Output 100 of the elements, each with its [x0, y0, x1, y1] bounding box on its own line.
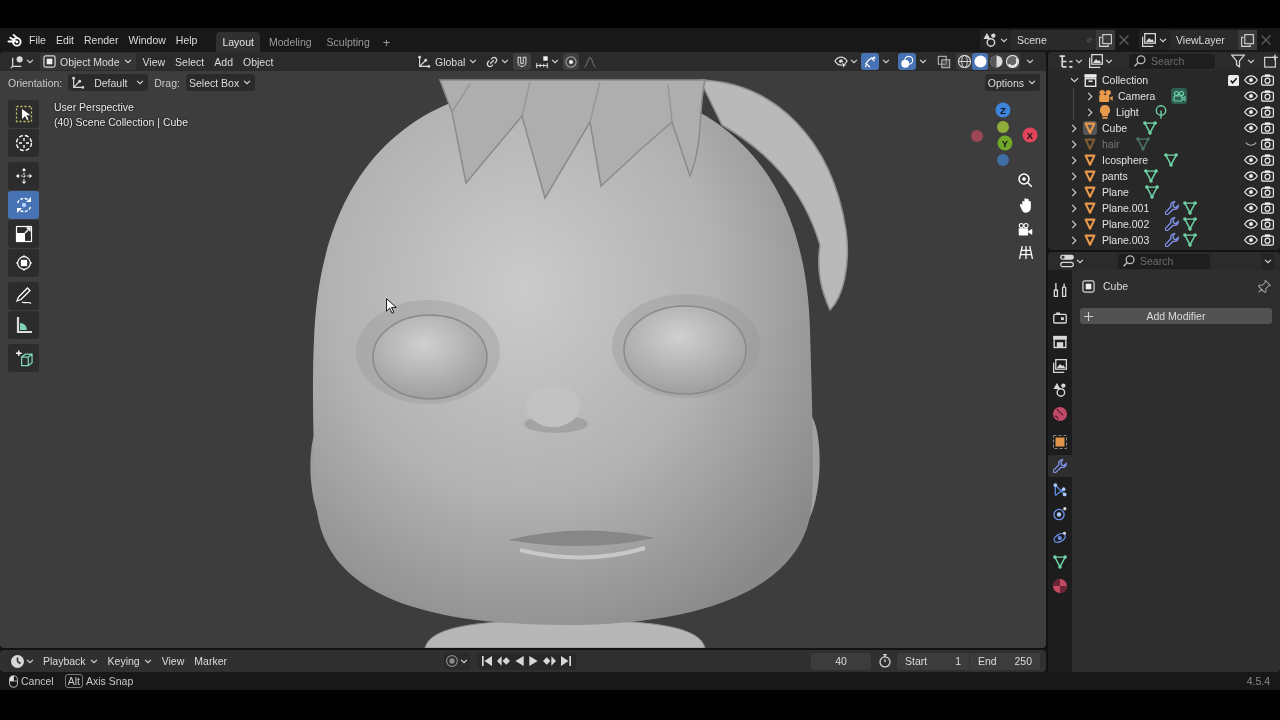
photo-camera-icon[interactable]: [1261, 186, 1274, 198]
outliner-item[interactable]: Plane: [1102, 186, 1129, 198]
workspace-tab[interactable]: Modeling: [262, 32, 318, 52]
photo-camera-icon[interactable]: [1261, 154, 1274, 166]
photo-camera-icon[interactable]: [1261, 218, 1274, 230]
axis-handle[interactable]: [997, 121, 1009, 133]
tool-button[interactable]: [8, 282, 39, 310]
eye-icon[interactable]: [1243, 75, 1258, 85]
menu-item[interactable]: Marker: [189, 651, 232, 671]
inverted-triangle-icon[interactable]: [1083, 169, 1097, 183]
menu-item[interactable]: View: [137, 52, 171, 72]
close-icon[interactable]: [1261, 35, 1271, 45]
menu-item[interactable]: Add: [209, 52, 238, 72]
vertex-triangle-icon[interactable]: [1183, 217, 1198, 231]
proportional-edit-toggle[interactable]: [563, 53, 580, 70]
scene-selector[interactable]: [980, 30, 1011, 50]
outliner-item[interactable]: pants: [1102, 170, 1128, 182]
light-bulb-icon[interactable]: [1099, 105, 1111, 119]
duplicate-button[interactable]: [1238, 30, 1257, 50]
zoom-icon[interactable]: [1018, 173, 1033, 188]
eye-icon[interactable]: [1243, 123, 1258, 133]
tool-button[interactable]: [8, 100, 39, 128]
new-collection-button[interactable]: [1262, 52, 1280, 70]
inverted-triangle-icon[interactable]: [1083, 121, 1097, 135]
eye-icon[interactable]: [1243, 91, 1258, 101]
duplicate-button[interactable]: [1096, 30, 1115, 50]
editor-type-button[interactable]: [1058, 252, 1086, 270]
outliner-item[interactable]: Collection: [1102, 74, 1149, 86]
tool-button[interactable]: [8, 249, 39, 277]
pin-icon[interactable]: [1258, 279, 1271, 293]
axis-handle[interactable]: [997, 154, 1009, 166]
vertex-triangle-icon[interactable]: [1143, 169, 1158, 183]
menu-item[interactable]: Render: [79, 30, 124, 50]
overlays-toggle[interactable]: [898, 53, 916, 70]
start-frame-field[interactable]: Start 1: [897, 652, 969, 670]
close-icon[interactable]: [1119, 35, 1129, 45]
axis-handle[interactable]: [971, 130, 983, 142]
movie-camera-icon[interactable]: [1018, 223, 1033, 236]
menu-item[interactable]: View: [156, 651, 190, 671]
outliner-item[interactable]: Light: [1116, 106, 1139, 118]
tool-button[interactable]: [8, 311, 39, 339]
eye-icon[interactable]: [1243, 155, 1258, 165]
tool-button[interactable]: [8, 220, 39, 248]
photo-camera-icon[interactable]: [1261, 106, 1274, 118]
view-layer-name-field[interactable]: ViewLayer: [1170, 30, 1238, 50]
photo-camera-icon[interactable]: [1261, 234, 1274, 246]
eye-icon[interactable]: [1243, 219, 1258, 229]
eye-icon[interactable]: [1243, 171, 1258, 181]
inverted-triangle-icon[interactable]: [1083, 201, 1097, 215]
menu-item[interactable]: Keying: [102, 651, 157, 671]
axis-handle[interactable]: Y: [997, 135, 1013, 151]
photo-camera-icon[interactable]: [1261, 122, 1274, 134]
options-dropdown[interactable]: Options: [984, 74, 1040, 91]
workspace-tab[interactable]: Sculpting: [320, 32, 376, 52]
editor-type-button[interactable]: [8, 53, 36, 70]
exclude-checkbox[interactable]: [1228, 74, 1239, 86]
inverted-triangle-icon[interactable]: [1083, 233, 1097, 247]
bulb-outline-icon[interactable]: [1154, 105, 1167, 119]
add-workspace-button[interactable]: +: [378, 32, 395, 52]
movie-camera-icon[interactable]: [1099, 89, 1113, 103]
menu-item[interactable]: Playback: [38, 651, 103, 671]
inverted-triangle-icon[interactable]: [1083, 217, 1097, 231]
axis-handle[interactable]: Z: [995, 102, 1011, 118]
axis-handle[interactable]: X: [1022, 127, 1038, 143]
tool-button[interactable]: [8, 162, 39, 190]
display-mode-dropdown[interactable]: [1087, 52, 1115, 70]
orientation-dropdown[interactable]: Global: [414, 53, 482, 70]
scene-name-field[interactable]: Scene: [1011, 30, 1083, 50]
end-frame-field[interactable]: End 250: [970, 652, 1040, 670]
app-logo-icon[interactable]: [7, 32, 22, 48]
outliner-item[interactable]: Camera: [1118, 90, 1156, 102]
view-layer-selector[interactable]: [1139, 30, 1170, 50]
gizmos-toggle[interactable]: [861, 53, 879, 70]
editor-type-button[interactable]: [9, 652, 36, 670]
snap-toggle[interactable]: [513, 53, 532, 70]
mode-dropdown[interactable]: Object Mode: [40, 53, 136, 70]
menu-item[interactable]: Window: [123, 30, 171, 50]
photo-camera-icon[interactable]: [1261, 90, 1274, 102]
menu-item[interactable]: Edit: [50, 30, 79, 50]
eye-icon[interactable]: [1243, 187, 1258, 197]
drag-dropdown[interactable]: Select Box: [185, 74, 256, 91]
vertex-triangle-icon[interactable]: [1164, 153, 1179, 167]
shading-button[interactable]: [1004, 53, 1020, 70]
dropdown-button[interactable]: [1262, 252, 1274, 270]
outliner-item[interactable]: Plane.003: [1102, 234, 1150, 246]
shading-button[interactable]: [988, 53, 1004, 70]
vertex-triangle-icon[interactable]: [1144, 185, 1159, 199]
stopwatch-icon[interactable]: [879, 654, 891, 668]
photo-camera-icon[interactable]: [1261, 74, 1274, 86]
editor-type-button[interactable]: [1057, 52, 1085, 70]
inverted-triangle-icon[interactable]: [1083, 153, 1097, 167]
hand-icon[interactable]: [1019, 198, 1032, 213]
menu-item[interactable]: Select: [170, 52, 210, 72]
vertex-triangle-icon[interactable]: [1183, 233, 1198, 247]
menu-item[interactable]: File: [24, 30, 51, 50]
photo-camera-icon[interactable]: [1261, 170, 1274, 182]
shading-button[interactable]: [956, 53, 972, 70]
photo-camera-icon[interactable]: [1261, 202, 1274, 214]
filter-dropdown[interactable]: [1229, 52, 1257, 70]
wrench-icon[interactable]: [1165, 217, 1180, 231]
